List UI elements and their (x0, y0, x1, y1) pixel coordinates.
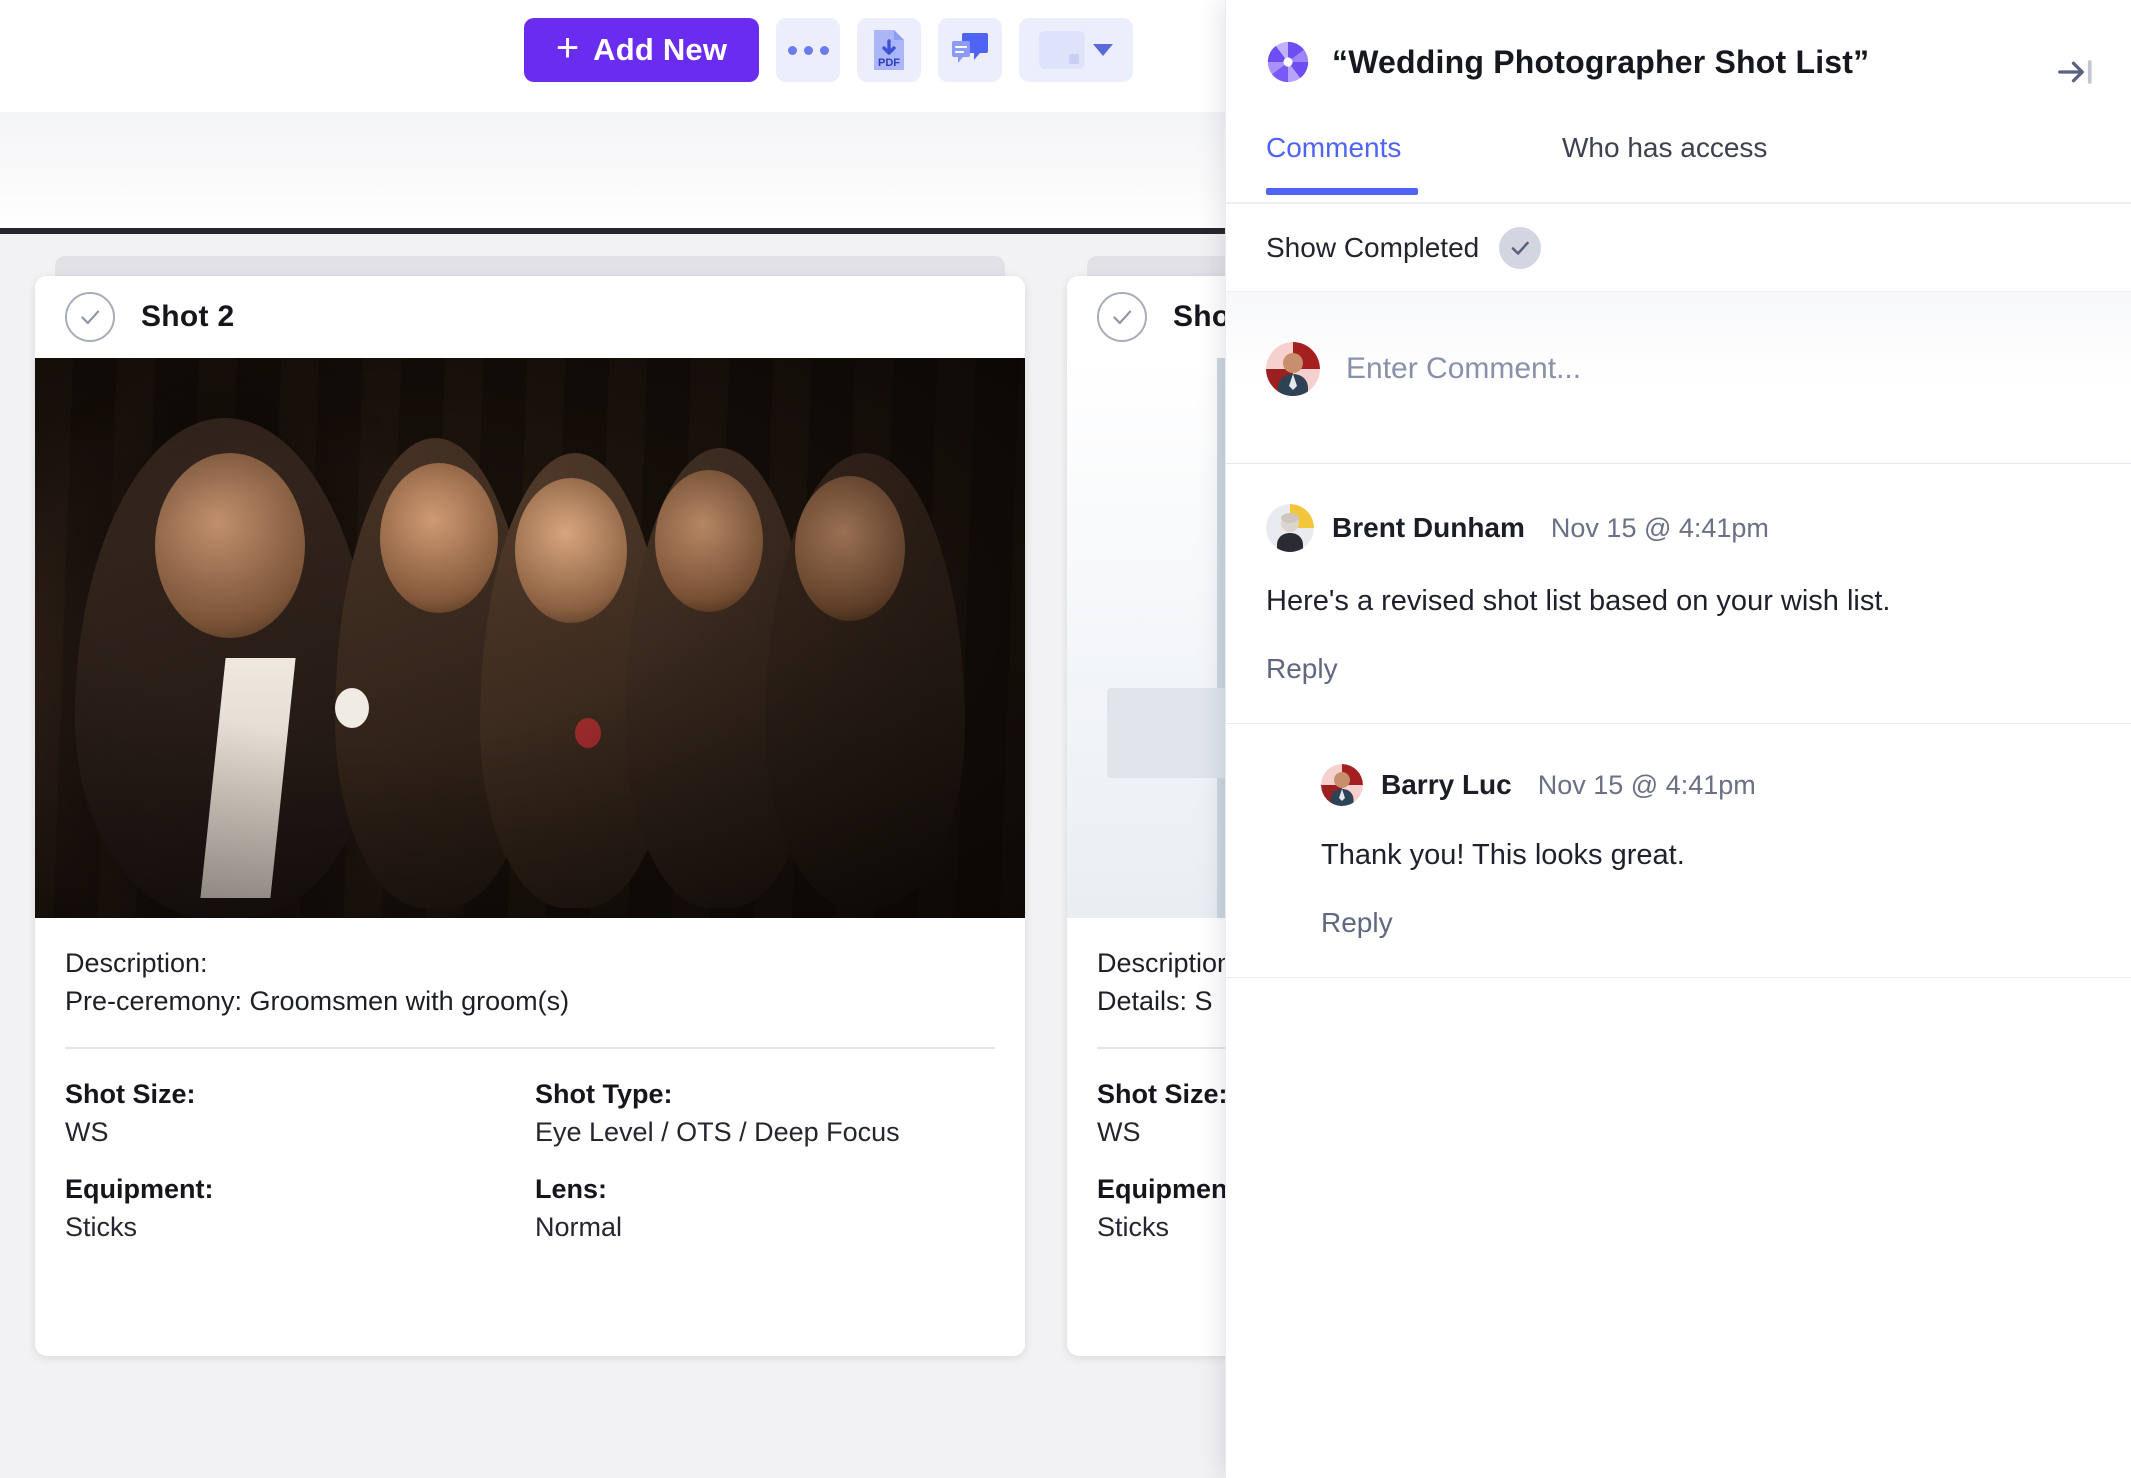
show-completed-label: Show Completed (1266, 231, 1480, 263)
comment-input[interactable] (1346, 352, 1986, 386)
svg-text:PDF: PDF (878, 57, 900, 69)
meta-field: Shot Size: WS (1097, 1079, 1225, 1148)
shot-meta-grid: Shot Size: WS Shot Type: Equipment: Stic… (1097, 1079, 1225, 1243)
meta-field: Lens: Normal (535, 1174, 995, 1243)
shot-type-value: Eye Level / OTS / Deep Focus (535, 1116, 900, 1147)
panel-header: “Wedding Photographer Shot List” (1226, 0, 2131, 124)
shot-card-title: Shot 2 (141, 300, 235, 333)
shot-photo (35, 358, 1025, 918)
shot-type-label: Shot Type: (535, 1078, 673, 1109)
comment-header: Brent Dunham Nov 15 @ 4:41pm (1266, 504, 2087, 552)
meta-field: Equipment: Sticks (1097, 1174, 1225, 1243)
equipment-value: Sticks (65, 1211, 138, 1242)
meta-field: Shot Size: WS (65, 1079, 535, 1148)
comments-panel: “Wedding Photographer Shot List” Comment… (1225, 0, 2131, 1478)
toolbar-underband (0, 112, 1225, 228)
tab-who-has-access[interactable]: Who has access (1562, 132, 1767, 164)
color-select-button[interactable] (1019, 18, 1133, 82)
add-new-label: Add New (593, 32, 728, 67)
plus-icon: + (555, 26, 580, 70)
shot-size-value: WS (1097, 1116, 1141, 1147)
comment-body: Thank you! This looks great. (1321, 839, 1685, 872)
more-options-button[interactable] (776, 18, 840, 82)
equipment-value: Sticks (1097, 1211, 1170, 1242)
aperture-icon (1267, 41, 1309, 83)
shot-card-header: Shot 2 (35, 276, 1025, 358)
shot-card-body: Description: Pre-ceremony: Groomsmen wit… (35, 918, 1025, 1243)
panel-title: “Wedding Photographer Shot List” (1332, 43, 1870, 80)
check-icon[interactable] (1499, 226, 1542, 269)
lens-label: Lens: (535, 1173, 608, 1204)
app-root: + Add New PDF Shot 2 Description: Pre-ce… (0, 0, 2131, 1478)
check-circle-icon[interactable] (65, 292, 115, 342)
comment-item: Brent Dunham Nov 15 @ 4:41pm Here's a re… (1226, 464, 2131, 725)
lens-value: Normal (535, 1211, 623, 1242)
description-label: Description: (1097, 948, 1225, 978)
toolbar: + Add New PDF (0, 0, 1225, 112)
shot-card-header: Shot 3 (1067, 276, 1225, 358)
shot-size-label: Shot Size: (1097, 1078, 1225, 1109)
check-circle-icon[interactable] (1097, 292, 1147, 342)
reply-button[interactable]: Reply (1321, 907, 1393, 939)
comment-item: Barry Luc Nov 15 @ 4:41pm Thank you! Thi… (1226, 724, 2131, 979)
equipment-label: Equipment: (1097, 1173, 1225, 1204)
panel-tabs: Comments Who has access (1226, 124, 2131, 204)
comment-timestamp: Nov 15 @ 4:41pm (1537, 769, 1756, 800)
show-completed-row[interactable]: Show Completed (1226, 204, 2131, 292)
comment-timestamp: Nov 15 @ 4:41pm (1550, 512, 1769, 543)
shot-meta-grid: Shot Size: WS Shot Type: Eye Level / OTS… (65, 1079, 995, 1243)
card-divider (65, 1046, 995, 1049)
comments-toggle-button[interactable] (938, 18, 1002, 82)
reply-button[interactable]: Reply (1266, 653, 1338, 685)
active-tab-indicator (1266, 188, 1418, 195)
shot-size-label: Shot Size: (65, 1078, 196, 1109)
comments-thread: Brent Dunham Nov 15 @ 4:41pm Here's a re… (1226, 464, 2131, 979)
comment-body: Here's a revised shot list based on your… (1266, 585, 1891, 617)
color-swatch-icon (1039, 31, 1085, 69)
equipment-label: Equipment: (65, 1173, 214, 1204)
meta-field: Shot Type: Eye Level / OTS / Deep Focus (535, 1079, 995, 1148)
comment-author: Barry Luc (1381, 769, 1512, 801)
comment-header: Barry Luc Nov 15 @ 4:41pm (1321, 764, 2087, 807)
shot-cards-canvas: Shot 2 Description: Pre-ceremony: Grooms… (0, 234, 1225, 1478)
tab-comments[interactable]: Comments (1266, 132, 1401, 164)
shot-card-body: Description: Details: S Shot Size: WS Sh… (1067, 918, 1225, 1243)
barry-luc-avatar (1321, 764, 1363, 807)
collapse-panel-right-icon[interactable] (2053, 52, 2099, 92)
export-pdf-button[interactable]: PDF (857, 18, 921, 82)
pdf-download-icon: PDF (874, 30, 904, 70)
comment-bubbles-icon (952, 33, 988, 63)
shot-photo (1067, 358, 1225, 918)
shot-card[interactable]: Shot 3 Description: Details: S (1067, 276, 1225, 1356)
add-new-button[interactable]: + Add New (524, 18, 759, 82)
card-divider (1097, 1046, 1225, 1049)
chevron-down-icon (1093, 44, 1113, 56)
meta-field: Equipment: Sticks (65, 1174, 535, 1243)
shot-card[interactable]: Shot 2 Description: Pre-ceremony: Grooms… (35, 276, 1025, 1356)
description-label: Description: (65, 948, 208, 978)
current-user-avatar (1266, 342, 1320, 396)
shot-size-value: WS (65, 1116, 109, 1147)
comment-composer[interactable] (1226, 292, 2131, 464)
shot-card-title: Shot 3 (1173, 300, 1225, 333)
comment-author: Brent Dunham (1332, 512, 1525, 543)
app-main-area: + Add New PDF Shot 2 Description: Pre-ce… (0, 0, 1225, 1478)
description-value: Pre-ceremony: Groomsmen with groom(s) (65, 986, 570, 1017)
ellipsis-icon (787, 45, 829, 55)
description-value: Details: S (1097, 986, 1213, 1017)
brent-dunham-avatar (1266, 504, 1314, 552)
